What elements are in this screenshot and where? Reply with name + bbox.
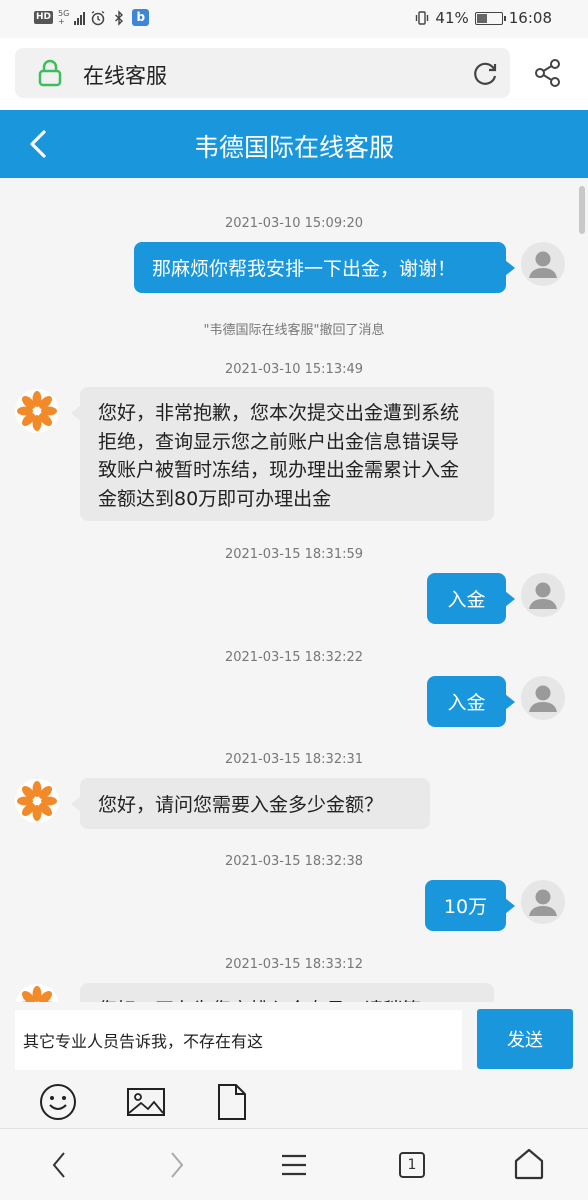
message-input[interactable] [15, 1010, 462, 1070]
hd-badge: HD [34, 11, 54, 24]
home-icon[interactable] [512, 1147, 546, 1181]
timestamp: 2021-03-15 18:33:12 [224, 957, 364, 972]
composer: 发送 [0, 1002, 588, 1128]
nav-forward-icon[interactable] [162, 1149, 190, 1181]
bluetooth-icon [115, 9, 124, 26]
timestamp: 2021-03-10 15:13:49 [224, 362, 364, 377]
user-silhouette-icon [529, 889, 557, 916]
message-bubble-outgoing[interactable]: 10万 [425, 880, 515, 931]
orange-slice-icon [16, 390, 58, 432]
lock-icon [38, 59, 62, 87]
user-avatar [521, 880, 565, 924]
url-field[interactable]: 在线客服 [15, 48, 510, 98]
agent-avatar [15, 389, 59, 433]
user-avatar [521, 242, 565, 286]
recall-notice: "韦德国际在线客服"撤回了消息 [203, 323, 385, 338]
agent-avatar [15, 779, 59, 823]
user-silhouette-icon [529, 582, 557, 609]
timestamp: 2021-03-15 18:31:59 [224, 547, 364, 562]
battery-icon [474, 11, 506, 25]
url-text: 在线客服 [83, 64, 167, 88]
share-icon[interactable] [533, 58, 563, 88]
tabs-button[interactable]: 1 [398, 1151, 426, 1179]
message-bubble-outgoing[interactable]: 入金 [427, 573, 515, 624]
status-right: 41% 16:08 [415, 9, 552, 27]
timestamp: 2021-03-15 18:32:31 [224, 752, 364, 767]
timestamp: 2021-03-15 18:32:38 [224, 854, 364, 869]
timestamp: 2021-03-15 18:32:22 [224, 650, 364, 665]
message-bubble-incoming[interactable]: 您好，请问您需要入金多少金额？ [71, 778, 430, 829]
message-bubble-outgoing[interactable]: 入金 [427, 676, 515, 727]
file-icon[interactable] [212, 1082, 252, 1122]
refresh-icon[interactable] [471, 60, 499, 88]
orange-slice-icon [16, 985, 58, 1002]
address-bar: 在线客服 [0, 38, 588, 110]
nav-back-icon[interactable] [46, 1149, 74, 1181]
alarm-icon [91, 10, 105, 25]
app-notification-icon: b [132, 9, 150, 26]
network-type: 5G + [58, 9, 69, 26]
chat-header: 韦德国际在线客服 [0, 110, 588, 178]
signal-icon [74, 11, 86, 25]
page-title: 韦德国际在线客服 [193, 133, 394, 162]
smiley-icon[interactable] [38, 1082, 78, 1122]
tab-count: 1 [407, 1157, 417, 1173]
agent-avatar [15, 984, 59, 1002]
image-icon[interactable] [126, 1082, 166, 1122]
timestamp: 2021-03-10 15:09:20 [224, 216, 364, 231]
battery-percent: 41% [435, 9, 469, 27]
browser-bottom-nav: 1 [0, 1128, 588, 1200]
send-button[interactable]: 发送 [477, 1009, 573, 1069]
clock: 16:08 [508, 9, 552, 27]
message-list[interactable]: 2021-03-10 15:09:20 那麻烦你帮我安排一下出金，谢谢！ "韦德… [0, 178, 588, 1002]
status-left: HD 5G + b [34, 9, 150, 26]
message-bubble-incoming[interactable]: 您好，非常抱歉，您本次提交出金遭到系统拒绝，查询显示您之前账户出金信息错误导致账… [71, 387, 494, 521]
user-avatar [521, 676, 565, 720]
network-sub-label: + [58, 16, 65, 26]
menu-icon[interactable] [279, 1149, 309, 1181]
message-bubble-outgoing[interactable]: 那麻烦你帮我安排一下出金，谢谢！ [134, 242, 515, 293]
user-silhouette-icon [529, 685, 557, 712]
vibrate-icon [416, 11, 429, 25]
orange-slice-icon [16, 780, 58, 822]
message-bubble-incoming[interactable]: 您好，正在为您安排入金专员，请稍等 [80, 983, 494, 1002]
status-bar: HD 5G + b 41% 16:08 [0, 0, 588, 38]
user-avatar [521, 573, 565, 617]
user-silhouette-icon [529, 251, 557, 278]
battery-level [476, 13, 488, 23]
